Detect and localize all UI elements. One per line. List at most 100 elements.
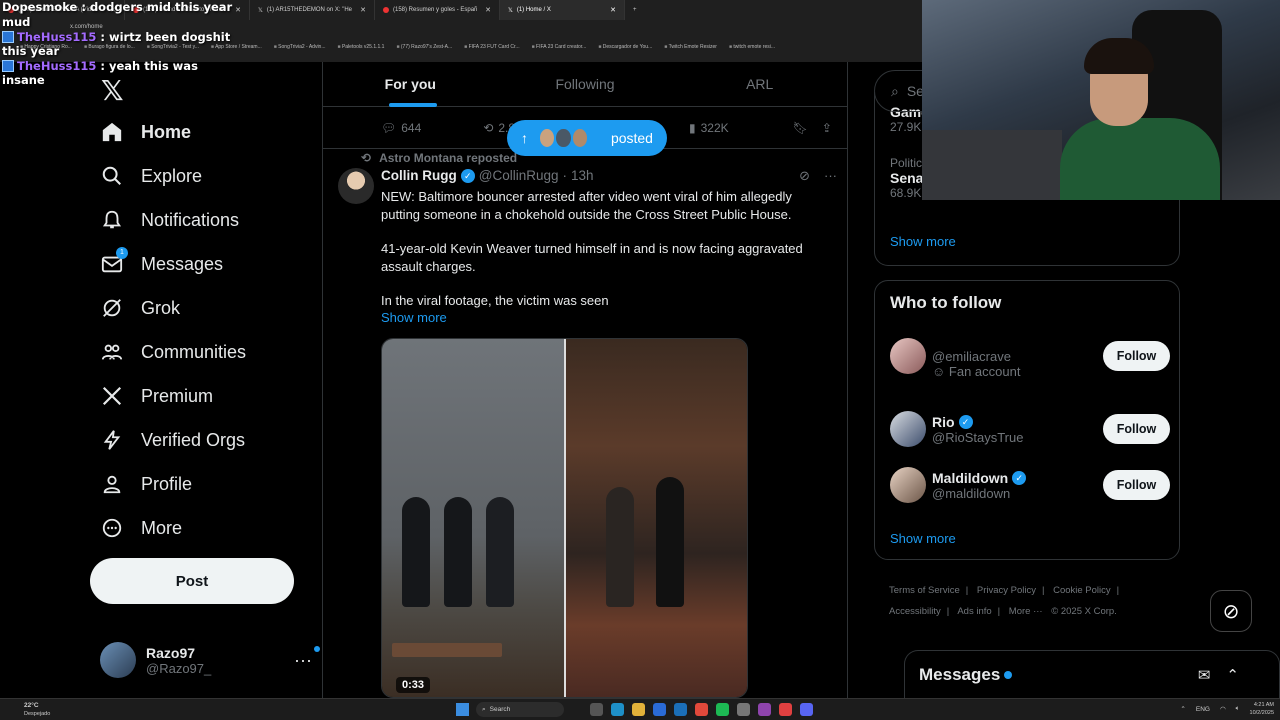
task-view-icon[interactable] <box>590 703 603 716</box>
show-more-link[interactable]: Show more <box>381 310 447 325</box>
follow-button[interactable]: Follow <box>1103 470 1170 500</box>
follow-button[interactable]: Follow <box>1103 414 1170 444</box>
close-icon[interactable]: ✕ <box>485 6 491 14</box>
spotify-icon[interactable] <box>716 703 729 716</box>
avatar <box>570 127 589 149</box>
bookmark[interactable]: SongTrivia2 - Advin... <box>274 44 325 50</box>
unread-dot <box>1004 670 1013 679</box>
bookmark[interactable]: Descargador de You... <box>598 44 652 50</box>
footer-link[interactable]: Ads info <box>957 606 991 617</box>
nav-premium[interactable]: Premium <box>100 384 213 408</box>
bookmark[interactable]: (77) Razo97's Zest-A... <box>396 44 452 50</box>
footer-link[interactable]: Accessibility <box>889 606 941 617</box>
footer-link[interactable]: Cookie Policy <box>1053 585 1111 596</box>
chat-badge-icon <box>2 60 14 72</box>
system-tray: ⌃ ENG ◠ 🔈︎ 4:21 AM 10/2/2025 <box>1180 701 1274 717</box>
x-icon <box>100 384 124 408</box>
bookmark[interactable]: FIFA 23 Card creator... <box>532 44 586 50</box>
follow-suggestion[interactable]: Rio ✓ @RioStaysTrue Follow <box>890 411 1170 447</box>
reply-button[interactable]: 💬︎ 644 <box>381 121 421 135</box>
more-circle-icon <box>100 516 124 540</box>
profile-handle: @Razo97_ <box>146 660 212 676</box>
nav-communities[interactable]: Communities <box>100 340 246 364</box>
new-message-icon[interactable]: ✉ <box>1198 666 1211 684</box>
tweet-author-handle[interactable]: @CollinRugg <box>479 168 559 183</box>
music-icon[interactable] <box>779 703 792 716</box>
nav-notifications[interactable]: Notifications <box>100 208 239 232</box>
x-logo-icon: 𝕏 <box>258 7 263 14</box>
search-icon <box>100 164 124 188</box>
post-button[interactable]: Post <box>90 558 294 604</box>
avatar[interactable] <box>338 168 374 204</box>
tab-following[interactable]: Following <box>498 62 673 106</box>
more-dots-icon[interactable]: ··· <box>294 645 320 671</box>
start-button[interactable] <box>456 703 469 716</box>
show-more-link[interactable]: Show more <box>890 531 956 546</box>
browser-tab-active[interactable]: 𝕏 (1) Home / X ✕ <box>500 0 625 20</box>
new-posts-pill[interactable]: ↑ posted <box>507 120 667 156</box>
avatar <box>554 127 573 149</box>
footer-link[interactable]: Terms of Service <box>889 585 960 596</box>
bar-chart-icon: ▮ <box>689 120 696 135</box>
tweet-video[interactable]: 0:33 <box>381 338 748 698</box>
nav-profile[interactable]: Profile <box>100 472 192 496</box>
nav-grok[interactable]: Grok <box>100 296 180 320</box>
follow-suggestion[interactable]: @emiliacrave ☺ Fan account Follow <box>890 333 1170 379</box>
search-icon: ⌕ <box>891 82 899 99</box>
chrome-icon[interactable] <box>695 703 708 716</box>
repost-indicator: ⟲ Astro Montana reposted <box>361 151 518 165</box>
bookmark[interactable]: twitch emote resi... <box>729 44 775 50</box>
footer-link[interactable]: More ··· <box>1009 606 1043 617</box>
weather-widget[interactable]: 22°C Despejado <box>24 702 50 718</box>
volume-icon[interactable]: 🔈︎ <box>1236 705 1240 713</box>
close-icon[interactable]: ✕ <box>610 6 616 14</box>
store-icon[interactable] <box>653 703 666 716</box>
nav-messages[interactable]: 1 Messages <box>100 247 223 276</box>
share-icon[interactable]: ⇪ <box>822 121 832 135</box>
bookmark[interactable]: Paletools v25.1.1.1 <box>338 44 385 50</box>
views-button[interactable]: ▮ 322K <box>689 121 729 135</box>
browser-tab[interactable]: 𝕏 (1) AR15THEDEMON on X: "He ✕ <box>250 0 375 20</box>
settings-icon[interactable] <box>737 703 750 716</box>
app-icon[interactable] <box>758 703 771 716</box>
tweet-timestamp[interactable]: 13h <box>571 168 594 183</box>
bookmark-icon[interactable]: 🔖︎ <box>793 121 808 135</box>
chat-badge-icon <box>2 31 14 43</box>
avatar <box>890 338 926 374</box>
nav-home[interactable]: Home <box>100 120 191 144</box>
browser-tab[interactable]: (158) Resumen y goles - Españ ✕ <box>375 0 500 20</box>
edge-icon[interactable] <box>611 703 624 716</box>
verified-badge-icon: ✓ <box>460 168 475 183</box>
discord-icon[interactable] <box>800 703 813 716</box>
fan-account-icon: ☺ <box>932 364 946 379</box>
taskbar-search[interactable]: ⌕ Search <box>476 702 564 717</box>
wifi-icon[interactable]: ◠ <box>1220 705 1226 713</box>
bookmark[interactable]: FIFA 23 FUT Card Cr... <box>464 44 520 50</box>
mail-icon[interactable] <box>674 703 687 716</box>
chevron-up-icon[interactable]: ⌃ <box>1226 666 1239 684</box>
tab-arl[interactable]: ARL <box>672 62 847 106</box>
grok-icon[interactable]: ⊘ <box>1210 590 1252 632</box>
show-more-link[interactable]: Show more <box>890 234 956 249</box>
more-dots-icon[interactable]: ··· <box>824 168 837 184</box>
follow-button[interactable]: Follow <box>1103 341 1170 371</box>
footer-link[interactable]: Privacy Policy <box>977 585 1036 596</box>
language-indicator[interactable]: ENG <box>1196 706 1210 713</box>
account-switcher[interactable]: Razo97 @Razo97_ ··· <box>100 638 320 682</box>
lightning-icon <box>100 428 124 452</box>
nav-verified-orgs[interactable]: Verified Orgs <box>100 428 245 452</box>
new-tab-button[interactable]: + <box>625 0 655 20</box>
grok-icon[interactable]: ⊘ <box>799 168 810 184</box>
bookmark[interactable]: Twitch Emote Resizer <box>664 44 717 50</box>
chevron-up-icon[interactable]: ⌃ <box>1180 705 1185 713</box>
tweet-author-name[interactable]: Collin Rugg <box>381 168 457 183</box>
clock[interactable]: 4:21 AM 10/2/2025 <box>1250 701 1274 717</box>
follow-suggestion[interactable]: Maldildown ✓ @maldildown Follow <box>890 467 1170 503</box>
messages-drawer[interactable]: Messages ✉ ⌃ <box>904 650 1280 698</box>
close-icon[interactable]: ✕ <box>360 6 366 14</box>
avatar <box>890 467 926 503</box>
tab-for-you[interactable]: For you <box>323 62 498 107</box>
nav-more[interactable]: More <box>100 516 182 540</box>
folder-icon[interactable] <box>632 703 645 716</box>
nav-explore[interactable]: Explore <box>100 164 202 188</box>
